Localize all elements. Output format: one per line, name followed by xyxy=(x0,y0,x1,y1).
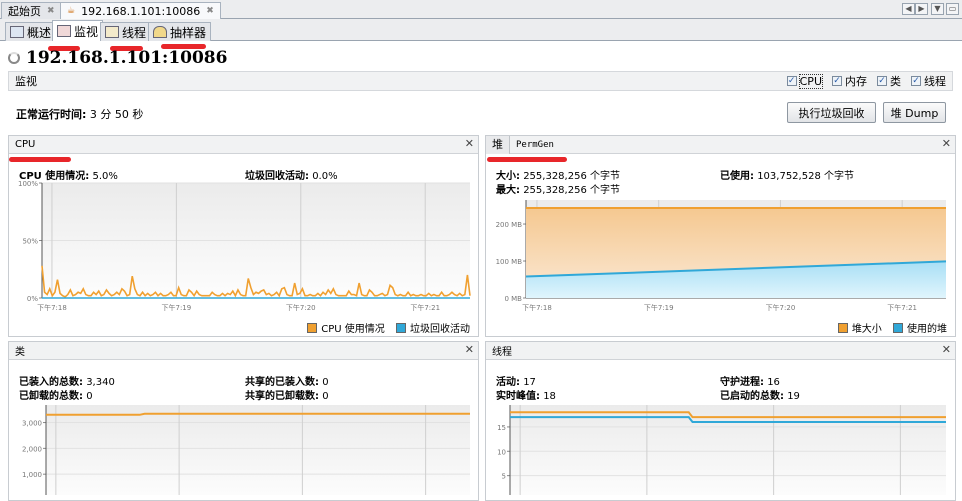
y-tick-label: 50% xyxy=(22,238,38,246)
y-tick-label: 100% xyxy=(18,180,38,188)
y-tick-label: 15 xyxy=(497,424,506,432)
x-tick-label: 下午7:21 xyxy=(887,303,917,312)
plot-area xyxy=(510,405,946,495)
x-tick-label: 下午7:20 xyxy=(286,303,316,312)
x-tick-label: 下午7:18 xyxy=(37,303,67,312)
series-line-0 xyxy=(46,412,470,416)
x-tick-label: 下午7:19 xyxy=(644,303,674,312)
plot-area xyxy=(46,405,470,495)
y-tick-label: 5 xyxy=(502,473,506,481)
y-tick-label: 3,000 xyxy=(22,420,42,428)
x-tick-label: 下午7:20 xyxy=(766,303,796,312)
y-tick-label: 200 MB xyxy=(496,221,523,229)
y-tick-label: 10 xyxy=(497,448,506,456)
x-tick-label: 下午7:21 xyxy=(410,303,440,312)
y-tick-label: 0 MB xyxy=(504,295,522,303)
y-tick-label: 2,000 xyxy=(22,445,42,453)
charts-layer: 0% 50% 100% 下午7:18 下午7:19 下午7:20 下午7:21 0 MB 100… xyxy=(18,180,947,495)
y-tick-label: 100 MB xyxy=(496,258,523,266)
x-tick-label: 下午7:19 xyxy=(162,303,192,312)
y-tick-label: 1,000 xyxy=(22,471,42,479)
y-tick-label: 0% xyxy=(27,295,38,303)
x-tick-label: 下午7:18 xyxy=(522,303,552,312)
